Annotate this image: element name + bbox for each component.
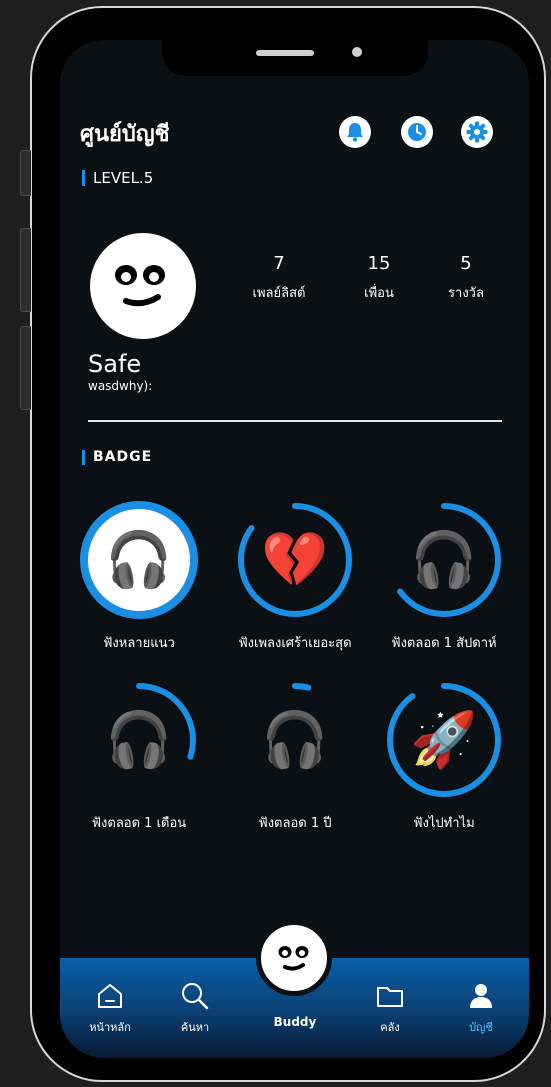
tab-library[interactable]: คลัง	[355, 980, 425, 1036]
history-icon[interactable]	[401, 116, 433, 148]
badge-item[interactable]: 🎧 ฟังตลอด 1 สัปดาห์	[369, 500, 519, 653]
stat-label: เพื่อน	[364, 286, 394, 301]
username: Safe	[88, 350, 142, 378]
section-title: BADGE	[82, 450, 152, 465]
stat-value: 7	[273, 253, 285, 274]
badge-label: ฟังตลอด 1 เดือน	[91, 816, 187, 831]
broken-heart-icon: 💔	[261, 528, 329, 591]
badge-label: ฟังหลายแนว	[103, 636, 175, 651]
tab-label: หน้าหลัก	[89, 1021, 131, 1034]
person-icon	[470, 984, 492, 1008]
app-screen: ศูนย์บัญชี LEVEL.5 7 เพลย์ลิสต์ 15 เพื่อ…	[60, 40, 529, 1058]
stat-rewards[interactable]: 5 รางวัล	[421, 253, 511, 303]
speaker-grille	[256, 50, 314, 56]
buddy-face-icon	[278, 946, 309, 971]
level-label: LEVEL.5	[82, 170, 153, 186]
front-camera	[352, 47, 362, 57]
badge-item[interactable]: 🎧 ฟังตลอด 1 ปี	[220, 680, 370, 833]
badge-item[interactable]: 💔 ฟังเพลงเศร้าเยอะสุด	[220, 500, 370, 653]
stat-friends[interactable]: 15 เพื่อน	[334, 253, 424, 303]
folder-icon	[377, 987, 403, 1007]
headphones-icon: 🎧	[410, 528, 478, 591]
volume-down-button	[20, 326, 31, 410]
stat-value: 15	[367, 253, 391, 274]
rocket-icon: 🚀	[410, 708, 478, 771]
badge-item[interactable]: 🚀 ฟังไปทำไม	[369, 680, 519, 833]
badge-label: ฟังตลอด 1 ปี	[258, 816, 332, 831]
search-icon	[182, 983, 209, 1010]
mute-switch	[20, 150, 31, 196]
badge-label: ฟังเพลงเศร้าเยอะสุด	[238, 636, 352, 651]
page-title: ศูนย์บัญชี	[80, 122, 170, 147]
bell-icon[interactable]	[339, 116, 371, 148]
headphones-icon: 🎧	[261, 708, 329, 771]
tab-label: ค้นหา	[180, 1021, 210, 1034]
badge-item[interactable]: 🎧 ฟังตลอด 1 เดือน	[64, 680, 214, 833]
home-icon	[98, 984, 122, 1008]
tab-label: บัญชี	[469, 1021, 493, 1034]
stat-playlists[interactable]: 7 เพลย์ลิสต์	[234, 253, 324, 303]
avatar[interactable]	[90, 233, 196, 339]
badge-item[interactable]: 🎧 ฟังหลายแนว	[64, 500, 214, 653]
headphones-icon: 🎧	[105, 708, 173, 771]
user-handle: wasdwhy):	[88, 379, 153, 393]
tab-label: คลัง	[380, 1021, 400, 1034]
tab-search[interactable]: ค้นหา	[160, 980, 230, 1036]
badge-label: ฟังไปทำไม	[413, 816, 475, 831]
buddy-face-icon	[115, 265, 165, 307]
stat-label: เพลย์ลิสต์	[252, 286, 306, 301]
notch	[162, 40, 428, 76]
tab-home[interactable]: หน้าหลัก	[75, 980, 145, 1036]
badge-label: ฟังตลอด 1 สัปดาห์	[391, 636, 497, 651]
divider	[88, 420, 502, 422]
headphones-icon: 🎧	[105, 528, 173, 591]
tab-buddy-label[interactable]: Buddy	[255, 1015, 335, 1029]
volume-up-button	[20, 228, 31, 312]
stat-label: รางวัล	[448, 286, 484, 301]
stat-value: 5	[460, 253, 472, 274]
tab-account[interactable]: บัญชี	[446, 980, 516, 1036]
buddy-button[interactable]	[256, 920, 332, 996]
gear-icon[interactable]	[461, 116, 493, 148]
